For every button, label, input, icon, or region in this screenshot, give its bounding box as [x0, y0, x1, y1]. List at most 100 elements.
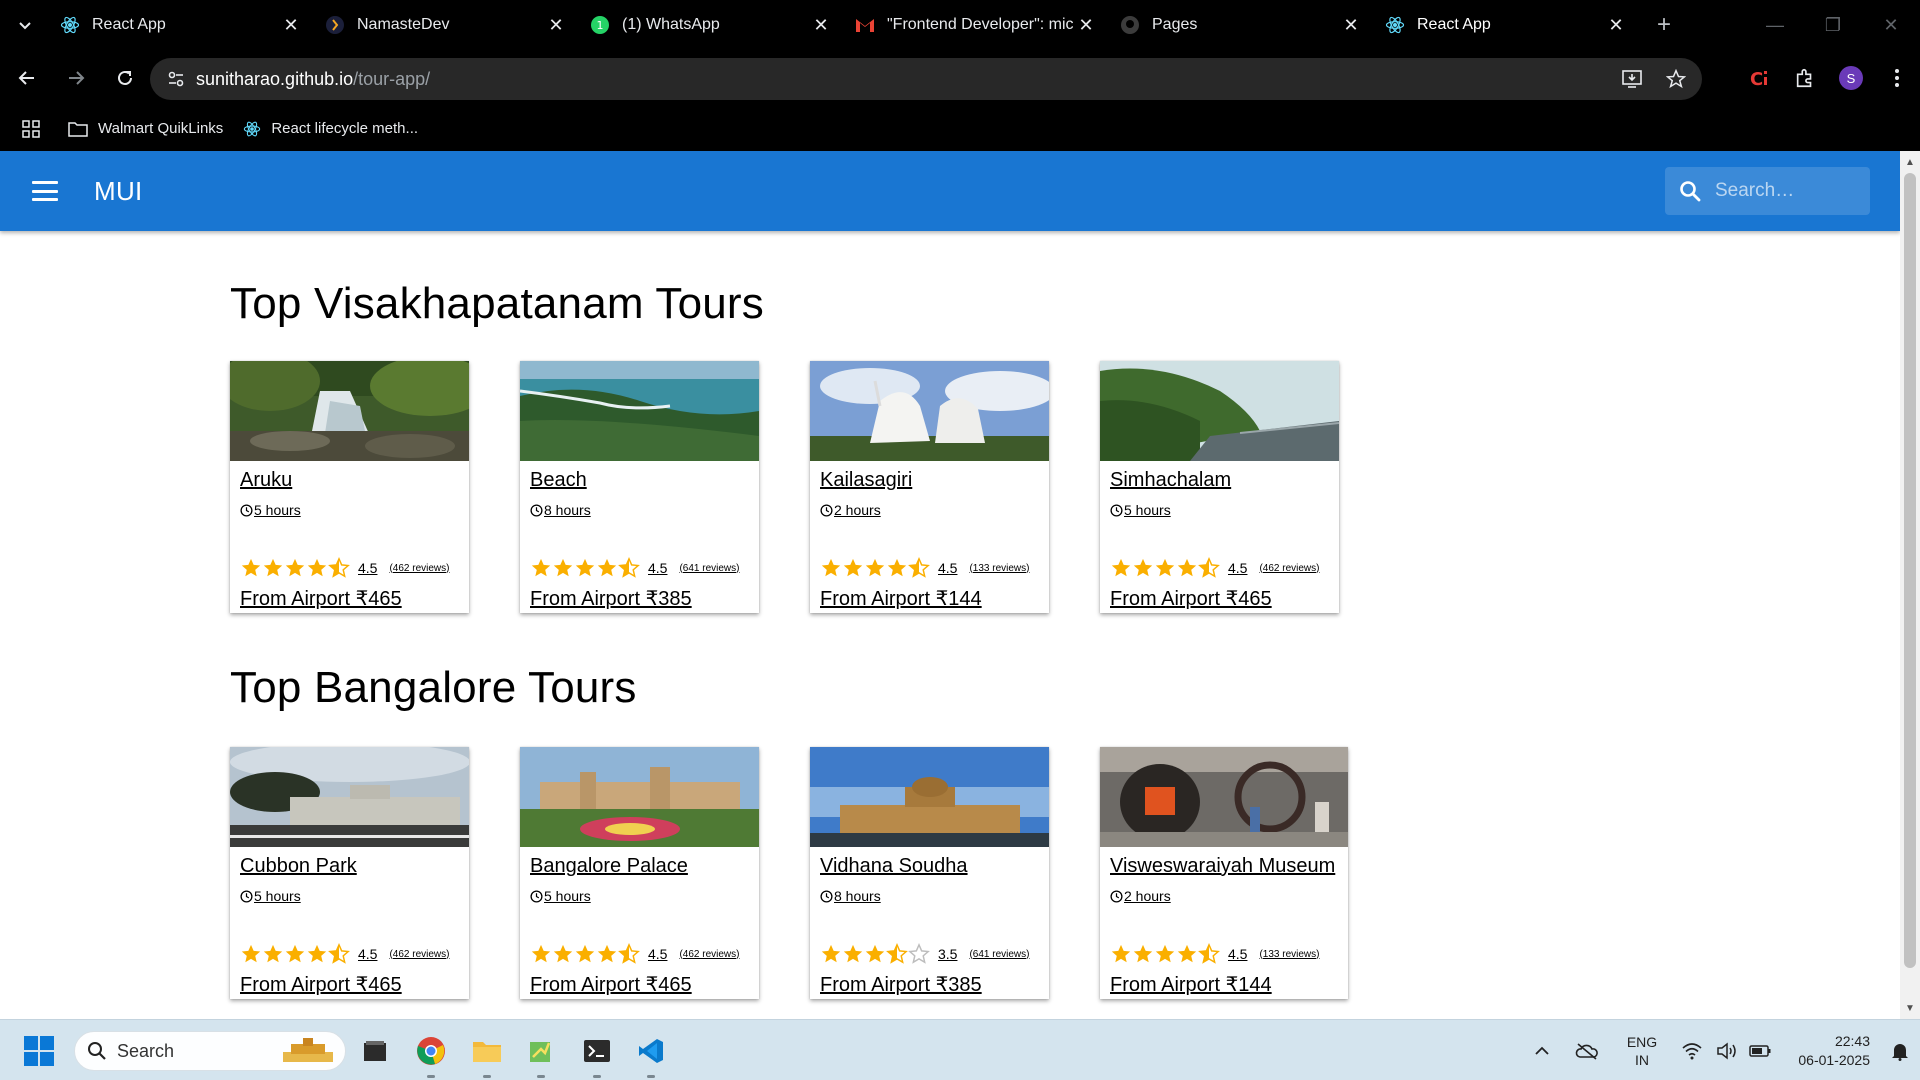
tour-card[interactable]: Kailasagiri 2 hours 4.5 (133 reviews) Fr…	[810, 361, 1049, 613]
clock-icon	[530, 503, 543, 517]
chrome-icon[interactable]	[414, 1034, 448, 1078]
extension-c-icon[interactable]: C	[1736, 55, 1782, 101]
tour-price-link[interactable]: From Airport ₹465	[240, 972, 402, 997]
tour-price-link[interactable]: From Airport ₹385	[820, 972, 982, 997]
browser-tab[interactable]: NamasteDev ✕	[315, 0, 580, 50]
menu-hamburger-icon[interactable]	[32, 181, 58, 201]
volume-icon[interactable]	[1712, 1041, 1742, 1060]
tour-price-link[interactable]: From Airport ₹465	[240, 586, 402, 611]
review-count[interactable]: (133 reviews)	[1259, 949, 1319, 960]
close-tab-icon[interactable]: ✕	[544, 13, 568, 37]
terminal-icon[interactable]	[580, 1034, 614, 1078]
bookmark-star-icon[interactable]	[1660, 63, 1692, 95]
review-count[interactable]: (641 reviews)	[969, 949, 1029, 960]
browser-tab[interactable]: 1 (1) WhatsApp ✕	[580, 0, 845, 50]
notification-bell-icon[interactable]	[1880, 1041, 1920, 1061]
browser-tab[interactable]: React App ✕	[50, 0, 315, 50]
tour-card[interactable]: Beach 8 hours 4.5 (641 reviews) From Air…	[520, 361, 759, 613]
bookmark-item[interactable]: React lifecycle meth...	[243, 120, 418, 138]
extensions-puzzle-icon[interactable]	[1782, 55, 1828, 101]
url-host: sunitharao.github.io	[196, 68, 354, 89]
minimize-icon[interactable]: —	[1746, 0, 1804, 50]
tour-name-link[interactable]: Vidhana Soudha	[820, 855, 968, 878]
tour-card[interactable]: Visweswaraiyah Museum 2 hours 4.5 (133 r…	[1100, 747, 1348, 999]
window-close-icon[interactable]: ✕	[1862, 0, 1920, 50]
review-count[interactable]: (462 reviews)	[679, 949, 739, 960]
tour-name-link[interactable]: Aruku	[240, 469, 292, 492]
browser-tab-active[interactable]: React App ✕	[1375, 0, 1640, 50]
tour-price-link[interactable]: From Airport ₹465	[1110, 586, 1272, 611]
tour-price-link[interactable]: From Airport ₹144	[1110, 972, 1272, 997]
url-path: /tour-app/	[353, 68, 431, 89]
tour-card[interactable]: Bangalore Palace 5 hours 4.5 (462 review…	[520, 747, 759, 999]
tour-price-link[interactable]: From Airport ₹465	[530, 972, 692, 997]
page-scrollbar[interactable]: ▲ ▼	[1900, 151, 1920, 1019]
chevron-up-icon[interactable]	[1522, 1046, 1562, 1056]
onedrive-offline-icon[interactable]	[1562, 1042, 1612, 1060]
search-input[interactable]	[1715, 180, 1855, 202]
install-app-icon[interactable]	[1616, 63, 1648, 95]
svg-text:C: C	[1750, 69, 1763, 89]
tour-name-link[interactable]: Visweswaraiyah Museum	[1110, 855, 1335, 878]
language-indicator[interactable]: ENG IN	[1612, 1033, 1672, 1069]
tab-search-chevron-icon[interactable]	[0, 0, 50, 50]
tour-name-link[interactable]: Cubbon Park	[240, 855, 357, 878]
tour-card[interactable]: Aruku 5 hours 4.5 (462 reviews) From Air…	[230, 361, 469, 613]
close-tab-icon[interactable]: ✕	[1339, 13, 1363, 37]
window-controls: — ❐ ✕	[1746, 0, 1920, 50]
back-arrow-icon[interactable]	[5, 56, 49, 100]
vscode-icon[interactable]	[634, 1034, 668, 1078]
tour-price-link[interactable]: From Airport ₹144	[820, 586, 982, 611]
taskbar-search[interactable]: Search	[74, 1031, 346, 1071]
site-settings-icon[interactable]	[156, 58, 196, 100]
rating-value: 4.5	[358, 946, 378, 962]
system-clock[interactable]: 22:43 06-01-2025	[1778, 1032, 1870, 1070]
review-count[interactable]: (462 reviews)	[1259, 563, 1319, 574]
star-full-icon	[553, 944, 573, 963]
windows-taskbar: Search ENG IN 22:43 06-01-2025	[0, 1019, 1920, 1080]
tour-card[interactable]: Simhachalam 5 hours 4.5 (462 reviews) Fr…	[1100, 361, 1339, 613]
star-rating	[1110, 557, 1220, 579]
folder-icon[interactable]	[470, 1034, 504, 1078]
windows-start-icon[interactable]	[24, 1036, 54, 1066]
address-bar[interactable]: sunitharao.github.io/tour-app/	[150, 58, 1702, 100]
tour-name-link[interactable]: Beach	[530, 469, 587, 492]
browser-menu-icon[interactable]	[1874, 55, 1920, 101]
close-tab-icon[interactable]: ✕	[809, 13, 833, 37]
tour-card[interactable]: Vidhana Soudha 8 hours 3.5 (641 reviews)…	[810, 747, 1049, 999]
review-count[interactable]: (133 reviews)	[969, 563, 1029, 574]
tour-name-link[interactable]: Bangalore Palace	[530, 855, 688, 878]
search-icon	[87, 1041, 107, 1061]
search-box[interactable]	[1665, 167, 1870, 215]
forward-arrow-icon[interactable]	[54, 56, 98, 100]
star-full-icon	[1133, 558, 1153, 577]
rating-value: 4.5	[938, 560, 958, 576]
tour-name-link[interactable]: Simhachalam	[1110, 469, 1231, 492]
tour-price-link[interactable]: From Airport ₹385	[530, 586, 692, 611]
bookmark-item[interactable]: Walmart QuikLinks	[68, 120, 223, 137]
scrollbar-thumb[interactable]	[1904, 173, 1916, 968]
reload-icon[interactable]	[103, 56, 147, 100]
apps-grid-icon[interactable]	[22, 119, 40, 138]
profile-avatar[interactable]: S	[1828, 55, 1874, 101]
close-tab-icon[interactable]: ✕	[1074, 13, 1098, 37]
restore-icon[interactable]: ❐	[1804, 0, 1862, 50]
wifi-icon[interactable]	[1672, 1042, 1712, 1060]
new-tab-plus-icon[interactable]: +	[1644, 5, 1684, 45]
review-count[interactable]: (462 reviews)	[389, 563, 449, 574]
browser-tab[interactable]: "Frontend Developer": mic ✕	[845, 0, 1110, 50]
tour-name-link[interactable]: Kailasagiri	[820, 469, 912, 492]
review-count[interactable]: (462 reviews)	[389, 949, 449, 960]
file-explorer-icon[interactable]	[358, 1034, 392, 1068]
review-count[interactable]: (641 reviews)	[679, 563, 739, 574]
github-icon	[1120, 15, 1140, 35]
browser-tab[interactable]: Pages ✕	[1110, 0, 1375, 50]
close-tab-icon[interactable]: ✕	[279, 13, 303, 37]
tour-card[interactable]: Cubbon Park 5 hours 4.5 (462 reviews) Fr…	[230, 747, 469, 999]
scroll-up-arrow-icon[interactable]: ▲	[1900, 153, 1920, 171]
scroll-down-arrow-icon[interactable]: ▼	[1900, 999, 1920, 1017]
close-tab-icon[interactable]: ✕	[1604, 13, 1628, 37]
battery-icon[interactable]	[1742, 1044, 1778, 1058]
search-highlight-icon	[283, 1038, 333, 1062]
notepad-icon[interactable]	[524, 1034, 558, 1078]
